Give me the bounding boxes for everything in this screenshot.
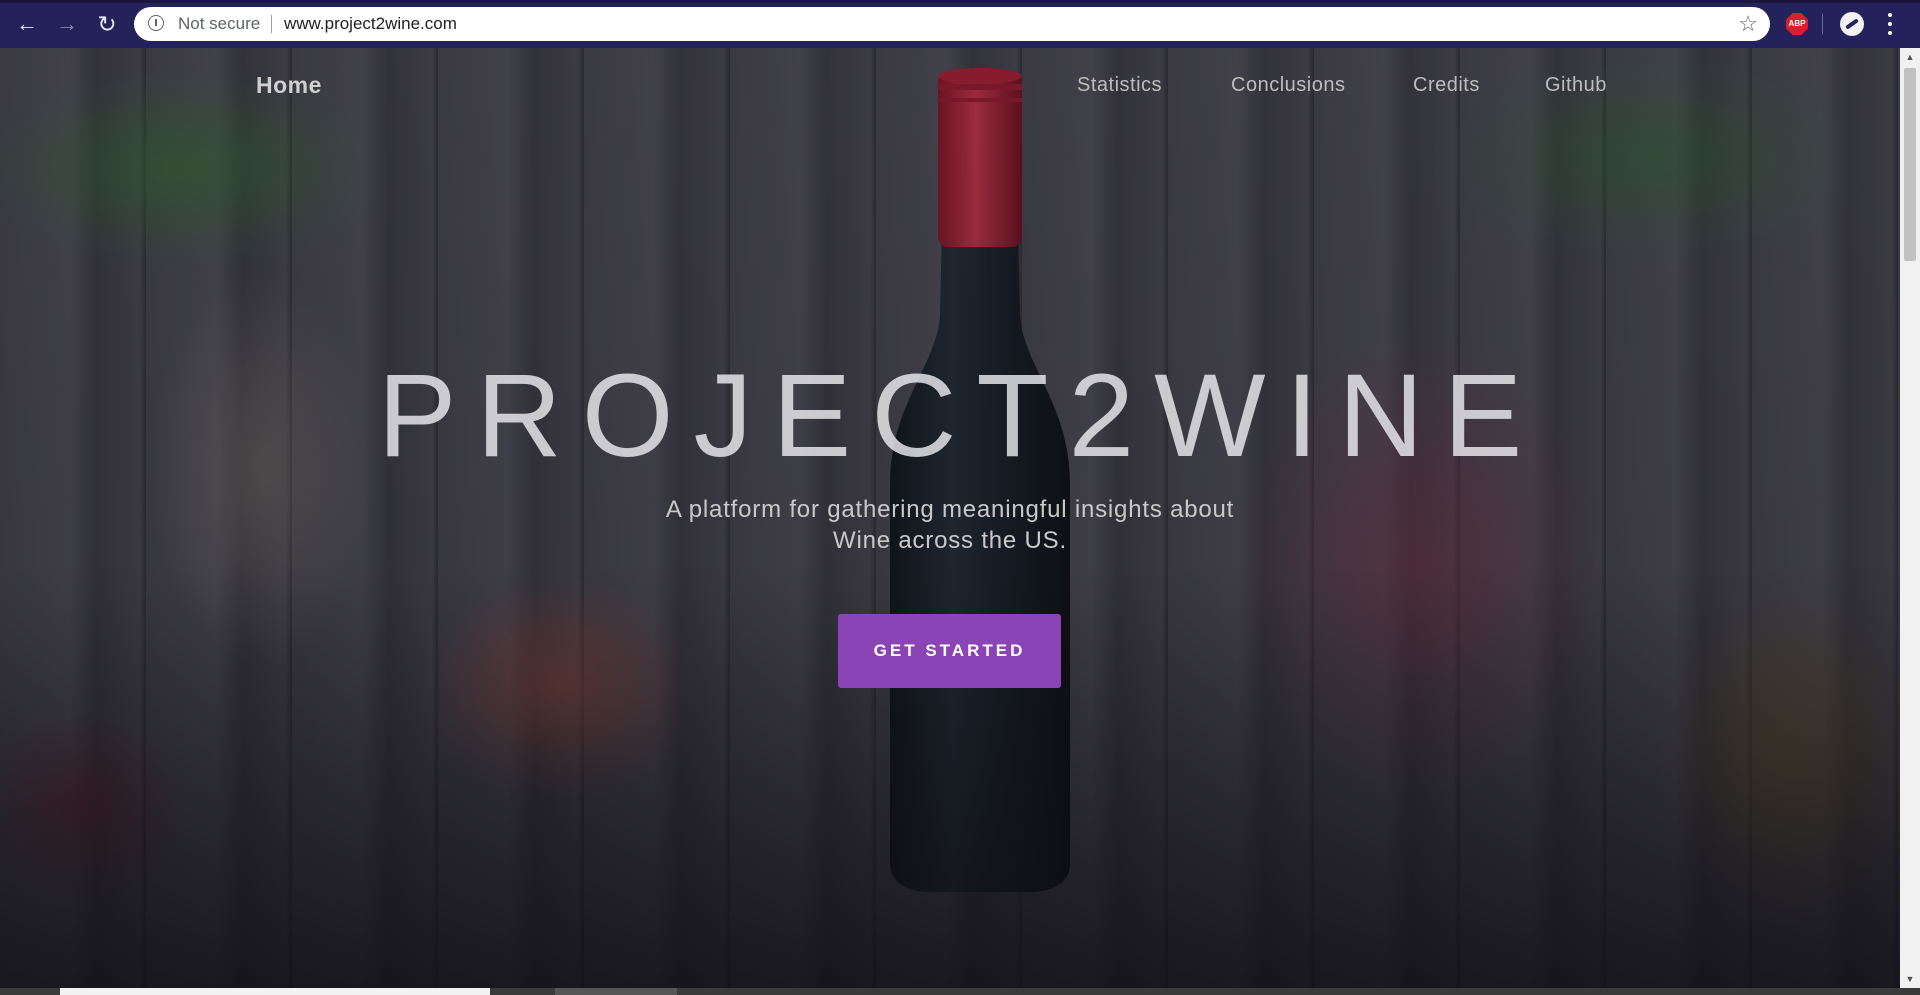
window-top-edge: [0, 0, 1920, 3]
kebab-menu-icon[interactable]: [1885, 10, 1895, 38]
strip-segment-dark: [555, 988, 677, 995]
toolbar-divider: [1822, 14, 1823, 34]
adblock-icon[interactable]: ABP: [1786, 13, 1808, 35]
strip-segment-light: [60, 988, 490, 995]
hero-subtitle: A platform for gathering meaningful insi…: [665, 496, 1235, 554]
scroll-down-arrow-icon[interactable]: ▼: [1900, 970, 1920, 988]
security-label[interactable]: Not secure: [178, 7, 260, 41]
site-navbar: Home Statistics Conclusions Credits Gith…: [0, 48, 1900, 148]
reload-icon[interactable]: ↻: [93, 10, 121, 38]
url-text[interactable]: www.project2wine.com: [284, 7, 457, 41]
address-separator: [271, 15, 272, 33]
info-icon[interactable]: [148, 15, 164, 31]
back-arrow-icon[interactable]: ←: [13, 10, 41, 38]
bookmark-star-icon[interactable]: ☆: [1738, 7, 1758, 41]
address-bar[interactable]: Not secure www.project2wine.com ☆: [134, 7, 1770, 41]
browser-toolbar: ← → ↻ Not secure www.project2wine.com ☆ …: [0, 0, 1920, 48]
nav-statistics-link[interactable]: Statistics: [1077, 74, 1162, 97]
forward-arrow-icon[interactable]: →: [53, 10, 81, 38]
nav-home-link[interactable]: Home: [256, 72, 322, 99]
nav-github-link[interactable]: Github: [1545, 74, 1607, 97]
page-scrollbar[interactable]: ▲ ▼: [1900, 48, 1920, 988]
profile-icon[interactable]: [1840, 12, 1864, 36]
scrollbar-thumb[interactable]: [1904, 68, 1916, 261]
nav-conclusions-link[interactable]: Conclusions: [1231, 74, 1345, 97]
scroll-up-arrow-icon[interactable]: ▲: [1900, 48, 1920, 66]
hero-section: Home Statistics Conclusions Credits Gith…: [0, 48, 1900, 988]
nav-credits-link[interactable]: Credits: [1413, 74, 1480, 97]
bottom-status-strip: [0, 988, 1920, 995]
get-started-button[interactable]: GET STARTED: [838, 614, 1061, 688]
hero-title: PROJECT2WINE: [377, 350, 1543, 482]
